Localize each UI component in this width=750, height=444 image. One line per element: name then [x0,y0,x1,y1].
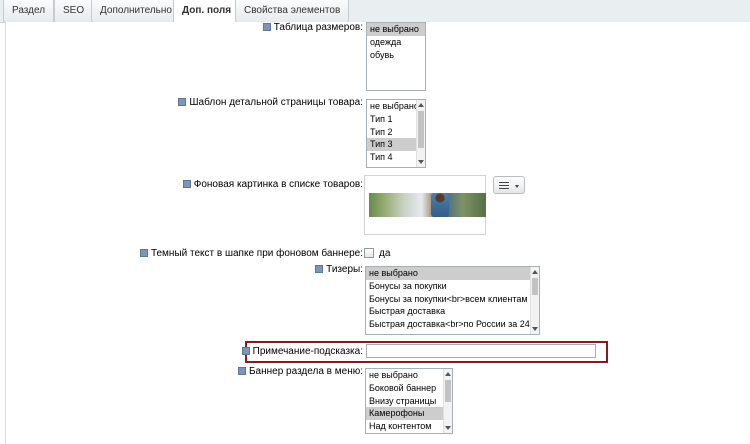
scroll-up-icon[interactable] [445,372,451,376]
menu-banner-label-text: Баннер раздела в меню: [248,366,363,377]
scroll-thumb[interactable] [532,278,538,295]
menu-banner-select[interactable]: не выбрано Боковой баннер Внизу страницы… [365,368,453,434]
field-bullet-icon [262,23,271,31]
list-item[interactable]: Над контентом [366,420,452,433]
list-item[interactable]: Бонусы за покупки<br>всем клиентам [366,293,539,306]
list-item[interactable]: Быстрая доставка [366,305,539,318]
list-item[interactable]: обувь [367,49,425,62]
dark-text-checkbox[interactable] [364,248,374,258]
bg-image-preview[interactable] [364,175,486,235]
size-table-label: Таблица размеров: [262,22,363,33]
image-actions-menu-button[interactable] [493,176,525,194]
tab-dopolnitelno[interactable]: Дополнительно [91,0,181,23]
list-item[interactable]: Боковой баннер [366,382,452,395]
detail-template-select[interactable]: не выбрано Тип 1 Тип 2 Тип 3 Тип 4 [366,99,426,168]
hint-note-label-text: Примечание-подсказка: [252,346,363,357]
scroll-thumb[interactable] [418,111,424,148]
list-item[interactable]: одежда [367,36,425,49]
hint-note-input[interactable] [366,344,596,358]
teasers-label-text: Тизеры: [326,264,363,275]
scroll-down-icon[interactable] [532,327,538,331]
scroll-up-icon[interactable] [418,103,424,107]
list-item[interactable]: не выбрано [366,369,452,382]
scroll-down-icon[interactable] [445,426,451,430]
list-item[interactable]: не выбрано [366,267,530,280]
dark-text-label-text: Темный текст в шапке при фоновом баннере… [150,248,363,259]
teasers-label: Тизеры: [315,264,363,275]
menu-banner-label: Баннер раздела в меню: [237,366,363,377]
detail-template-label: Шаблон детальной страницы товара: [178,97,363,108]
person-figure [431,193,449,217]
scrollbar[interactable] [530,267,539,334]
field-bullet-icon [237,367,246,375]
scroll-up-icon[interactable] [532,270,538,274]
size-table-label-text: Таблица размеров: [273,22,363,33]
list-item[interactable]: Внизу страницы [366,395,452,408]
hamburger-icon [499,182,509,189]
dark-text-checkbox-label[interactable]: да [379,248,390,259]
field-bullet-icon [315,265,324,273]
scrollbar[interactable] [443,369,452,433]
dark-text-label: Темный текст в шапке при фоновом баннере… [139,248,363,259]
list-item[interactable]: не выбрано [367,23,425,36]
field-bullet-icon [178,98,187,106]
field-bullet-icon [241,347,250,355]
tab-dop-polya[interactable]: Доп. поля [173,0,241,24]
detail-template-label-text: Шаблон детальной страницы товара: [189,97,363,108]
hint-note-label: Примечание-подсказка: [241,346,363,357]
scroll-thumb[interactable] [445,380,451,402]
bg-image-label: Фоновая картинка в списке товаров: [182,179,363,190]
tab-bar: Раздел SEO Дополнительно Доп. поля Свойс… [0,0,750,24]
scroll-down-icon[interactable] [418,160,424,164]
scrollbar[interactable] [416,100,425,167]
tab-razdel[interactable]: Раздел [3,0,55,23]
field-bullet-icon [139,249,148,257]
bg-image-label-text: Фоновая картинка в списке товаров: [193,179,363,190]
list-item[interactable]: Камерофоны [366,407,443,421]
form-panel: Таблица размеров: не выбрано одежда обув… [5,22,750,444]
teasers-select[interactable]: не выбрано Бонусы за покупки Бонусы за п… [365,266,540,335]
list-item[interactable]: Быстрая доставка<br>по России за 24 часа [366,318,539,331]
tab-seo[interactable]: SEO [54,0,94,23]
chevron-down-icon [515,185,519,188]
field-bullet-icon [182,180,191,188]
tab-element-properties[interactable]: Свойства элементов [235,0,350,23]
list-item[interactable]: Бонусы за покупки [366,280,539,293]
size-table-select[interactable]: не выбрано одежда обувь [366,22,426,91]
list-item[interactable]: Тип 3 [367,138,416,152]
banner-photo [369,193,486,217]
